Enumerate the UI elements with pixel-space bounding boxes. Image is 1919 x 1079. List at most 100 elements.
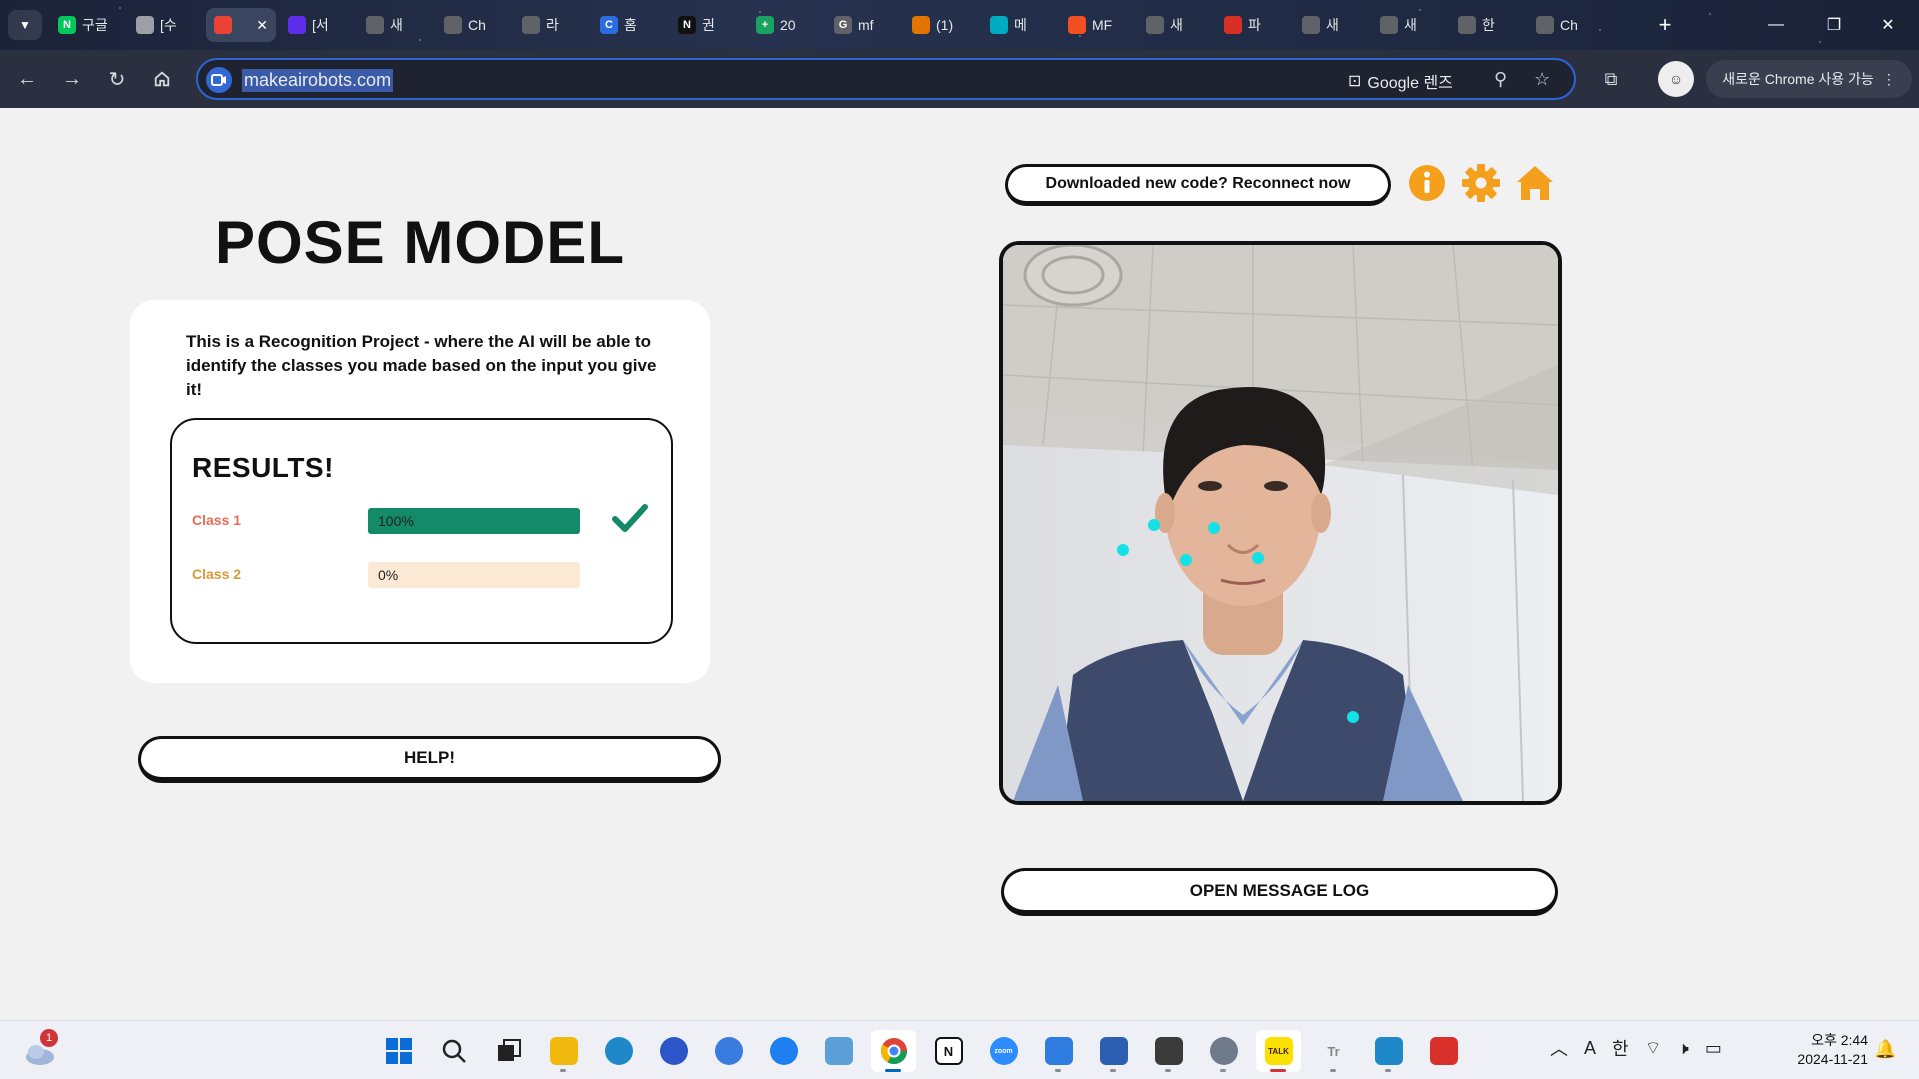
zoom-icon[interactable]: ⚲: [1494, 69, 1507, 90]
help-button[interactable]: HELP!: [138, 736, 721, 783]
browser-tab[interactable]: 한: [1450, 8, 1524, 42]
browser-tab[interactable]: 새: [1372, 8, 1446, 42]
google-lens-button[interactable]: ⊡ Google 렌즈: [1348, 69, 1453, 93]
browser-tab[interactable]: 라: [514, 8, 588, 42]
pose-keypoint: [1180, 554, 1192, 566]
battery-icon[interactable]: ▭: [1705, 1038, 1722, 1059]
browser-tab[interactable]: 새: [1138, 8, 1212, 42]
reconnect-button[interactable]: Downloaded new code? Reconnect now: [1005, 164, 1391, 206]
browser-tab[interactable]: +20: [748, 8, 822, 42]
plus-icon: +: [1658, 12, 1672, 37]
browser-tab[interactable]: (1): [904, 8, 978, 42]
clock[interactable]: 오후 2:44 2024-11-21: [1784, 1031, 1868, 1069]
lens-label: Google 렌즈: [1367, 75, 1453, 92]
tab-title: mf: [858, 17, 874, 33]
puzzle-icon: ⧉: [1604, 68, 1618, 89]
chrome-update-button[interactable]: 새로운 Chrome 사용 가능 ⋮: [1706, 60, 1912, 98]
open-message-log-button[interactable]: OPEN MESSAGE LOG: [1001, 868, 1558, 916]
class-label: Class 1: [192, 512, 242, 528]
tab-title: MF: [1092, 17, 1113, 33]
restore-button[interactable]: ❐: [1814, 10, 1854, 40]
gear-icon[interactable]: [1460, 162, 1502, 204]
system-tray: ︿ A 한 ⌔ 🕨 ▭: [1550, 1035, 1722, 1061]
app-sync[interactable]: [706, 1030, 751, 1072]
ime-indicator[interactable]: 한: [1612, 1035, 1629, 1061]
tab-title: 새: [1404, 17, 1417, 33]
browser-tab[interactable]: 새: [1294, 8, 1368, 42]
address-bar[interactable]: makeairobots.com ⊡ Google 렌즈 ⚲ ☆: [196, 58, 1576, 100]
stripes-icon: [1154, 1037, 1183, 1065]
confidence-value: 0%: [378, 567, 399, 583]
tab-search-button[interactable]: ▼: [8, 10, 42, 40]
close-window-button[interactable]: ✕: [1868, 10, 1908, 40]
edge-icon: [604, 1037, 633, 1065]
back-button[interactable]: ←: [10, 62, 44, 96]
browser-tab[interactable]: [수: [128, 8, 202, 42]
home-outline-icon: [154, 71, 170, 87]
edge-app[interactable]: [596, 1030, 641, 1072]
new-tab-button[interactable]: +: [1652, 12, 1678, 38]
zoom-app[interactable]: zoom: [981, 1030, 1026, 1072]
home-icon[interactable]: [1514, 162, 1556, 204]
confidence-value: 100%: [378, 513, 414, 529]
browser-tab[interactable]: N 구글: [50, 8, 124, 42]
app-b[interactable]: [761, 1030, 806, 1072]
notification-bell-icon[interactable]: 🔔: [1874, 1039, 1896, 1060]
app-c[interactable]: [651, 1030, 696, 1072]
minimize-button[interactable]: —: [1756, 10, 1796, 40]
extensions-button[interactable]: ⧉: [1594, 62, 1628, 96]
forward-button[interactable]: →: [55, 62, 89, 96]
notepad-app[interactable]: [1036, 1030, 1081, 1072]
tab-title: 라: [546, 17, 559, 33]
chevron-up-icon[interactable]: ︿: [1550, 1035, 1568, 1061]
notion-app[interactable]: N: [926, 1030, 971, 1072]
browser-tab[interactable]: 메: [982, 8, 1056, 42]
app-red[interactable]: [1421, 1030, 1466, 1072]
tab-favicon-icon: [522, 16, 540, 34]
info-icon[interactable]: [1406, 162, 1448, 204]
settings-app[interactable]: [1201, 1030, 1246, 1072]
home-button[interactable]: [145, 62, 179, 96]
app-stripes[interactable]: [1146, 1030, 1191, 1072]
snipping-app[interactable]: [1091, 1030, 1136, 1072]
url-text[interactable]: makeairobots.com: [242, 69, 394, 92]
volume-muted-icon[interactable]: 🕨: [1678, 1038, 1689, 1059]
app-photo[interactable]: [816, 1030, 861, 1072]
notion-icon: N: [934, 1037, 963, 1065]
task-view-button[interactable]: [486, 1030, 531, 1072]
browser-tab[interactable]: MF: [1060, 8, 1134, 42]
app-a[interactable]: [1366, 1030, 1411, 1072]
browser-tab[interactable]: Gmf: [826, 8, 900, 42]
browser-tab[interactable]: [서: [280, 8, 354, 42]
tab-close-icon[interactable]: ✕: [256, 17, 268, 34]
taskbar-search[interactable]: [431, 1030, 476, 1072]
browser-tab[interactable]: 새: [358, 8, 432, 42]
font-indicator[interactable]: A: [1584, 1038, 1596, 1059]
wifi-icon[interactable]: ⌔: [1645, 1037, 1662, 1060]
browser-tab[interactable]: Ch: [436, 8, 510, 42]
profile-avatar[interactable]: ☺: [1658, 61, 1694, 97]
tab-strip: ▼ N 구글 [수 ✕ [서 새 Ch 라 C 홈 N 권 +20 Gmf (1) 메 MF 새 파 새 새 한 Ch + …: [0, 0, 1919, 50]
font-app[interactable]: Tr: [1311, 1030, 1356, 1072]
tab-title: [서: [312, 17, 329, 33]
site-info-icon[interactable]: [206, 67, 232, 93]
class-row-2: Class 2 0%: [192, 562, 652, 588]
webcam-feed: [999, 241, 1562, 805]
results-title: RESULTS!: [192, 452, 334, 483]
browser-tab[interactable]: C홈: [592, 8, 666, 42]
bookmark-star-icon[interactable]: ☆: [1534, 69, 1550, 90]
file-explorer-app[interactable]: [541, 1030, 586, 1072]
tab-favicon-icon: [444, 16, 462, 34]
reload-button[interactable]: ↻: [100, 62, 134, 96]
browser-tab[interactable]: ✕: [206, 8, 276, 42]
chrome-app[interactable]: [871, 1030, 916, 1072]
pose-keypoint: [1117, 544, 1129, 556]
browser-tab[interactable]: N권: [670, 8, 744, 42]
tab-title: 메: [1014, 17, 1027, 33]
browser-tab[interactable]: 파: [1216, 8, 1290, 42]
windows-taskbar: 1 N zoom TALK Tr ︿ A 한 ⌔ 🕨 ▭ 오후 2:44 202…: [0, 1020, 1919, 1079]
browser-tab[interactable]: Ch: [1528, 8, 1602, 42]
kakaotalk-app[interactable]: TALK: [1256, 1030, 1301, 1072]
start-button[interactable]: [376, 1030, 421, 1072]
reload-icon: ↻: [108, 68, 126, 91]
